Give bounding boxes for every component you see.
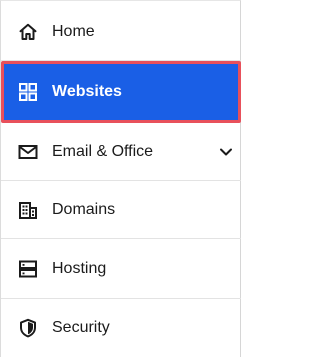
sidebar-item-label: Email & Office	[52, 142, 154, 160]
sidebar-item-label: Security	[52, 319, 110, 336]
sidebar-item-label: Websites	[52, 83, 122, 100]
sidebar-item-domains[interactable]: Domains	[1, 181, 241, 239]
sidebar-item-websites[interactable]: Websites	[1, 61, 241, 123]
sidebar-nav: Home Websites Email & Office Domains Hos…	[0, 0, 241, 357]
shield-icon	[18, 318, 38, 338]
sidebar-item-email-office[interactable]: Email & Office	[1, 123, 241, 181]
sidebar-item-label: Home	[52, 22, 95, 40]
home-icon	[18, 22, 38, 42]
sidebar-item-security[interactable]: Security	[1, 299, 241, 357]
sidebar-item-label: Domains	[52, 200, 116, 218]
envelope-icon	[18, 142, 38, 162]
websites-grid-icon	[18, 82, 38, 102]
sidebar-item-hosting[interactable]: Hosting	[1, 239, 241, 299]
sidebar-item-home[interactable]: Home	[1, 3, 241, 61]
chevron-down-icon[interactable]	[219, 145, 233, 159]
server-icon	[18, 259, 38, 279]
sidebar-item-label: Hosting	[52, 259, 107, 277]
domains-building-icon	[18, 200, 38, 220]
